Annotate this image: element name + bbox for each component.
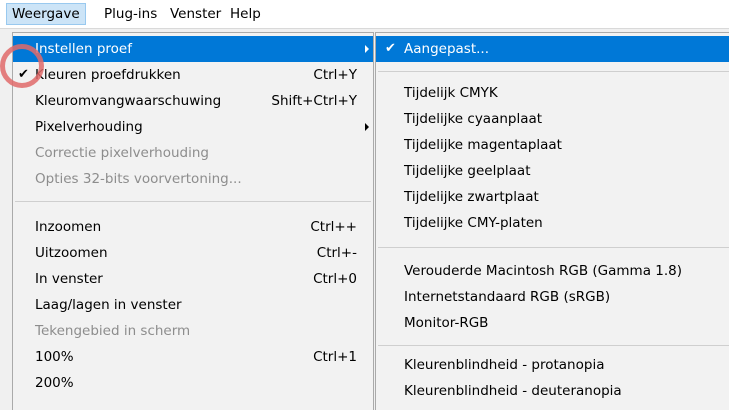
menu-item-label: Tijdelijke CMY-platen xyxy=(404,215,543,231)
menu-item-100-percent[interactable]: 100% Ctrl+1 xyxy=(13,344,373,370)
menu-item-label: Laag/lagen in venster xyxy=(35,297,182,313)
menu-item-label: Kleurenblindheid - deuteranopia xyxy=(404,383,622,399)
menubar-venster[interactable]: Venster xyxy=(165,3,226,25)
menu-item-label: Pixelverhouding xyxy=(35,119,143,135)
menu-item-kleuromvangwaarschuwing[interactable]: Kleuromvangwaarschuwing Shift+Ctrl+Y xyxy=(13,88,373,114)
menu-bar: Weergave Plug-ins Venster Help xyxy=(0,0,729,29)
menu-item-label: Tijdelijke zwartplaat xyxy=(404,189,539,205)
submenu-item-srgb[interactable]: Internetstandaard RGB (sRGB) xyxy=(376,284,729,310)
menu-separator xyxy=(378,345,729,346)
submenu-item-macintosh-rgb[interactable]: Verouderde Macintosh RGB (Gamma 1.8) xyxy=(376,258,729,284)
menu-item-label: Tijdelijke geelplaat xyxy=(404,163,531,179)
submenu-item-protanopia[interactable]: Kleurenblindheid - protanopia xyxy=(376,352,729,378)
menu-item-label: 200% xyxy=(35,375,74,391)
submenu-item-deuteranopia[interactable]: Kleurenblindheid - deuteranopia xyxy=(376,378,729,404)
menu-item-label: 100% xyxy=(35,349,74,365)
menu-item-label: Monitor-RGB xyxy=(404,315,489,331)
submenu-item-aangepast[interactable]: ✔ Aangepast... xyxy=(376,36,729,62)
instellen-proef-submenu: ✔ Aangepast... Tijdelijk CMYK Tijdelijke… xyxy=(375,32,729,410)
menu-item-shortcut: Ctrl+- xyxy=(316,245,357,261)
menu-item-correctie-pixelverhouding: Correctie pixelverhouding xyxy=(13,140,373,166)
menu-item-label: Tekengebied in scherm xyxy=(35,323,191,339)
menu-item-label: Tijdelijk CMYK xyxy=(404,85,498,101)
submenu-item-cyaanplaat[interactable]: Tijdelijke cyaanplaat xyxy=(376,106,729,132)
submenu-item-geelplaat[interactable]: Tijdelijke geelplaat xyxy=(376,158,729,184)
submenu-arrow-icon xyxy=(365,123,369,131)
menu-item-label: Kleurenblindheid - protanopia xyxy=(404,357,605,373)
menu-item-label: In venster xyxy=(35,271,103,287)
menu-separator xyxy=(378,71,729,72)
menu-item-kleuren-proefdrukken[interactable]: ✔ Kleuren proefdrukken Ctrl+Y xyxy=(13,62,373,88)
menu-item-tekengebied-in-scherm: Tekengebied in scherm xyxy=(13,318,373,344)
menu-item-label: Tijdelijke cyaanplaat xyxy=(404,111,543,127)
submenu-item-monitor-rgb[interactable]: Monitor-RGB xyxy=(376,310,729,336)
menu-item-shortcut: Ctrl++ xyxy=(310,219,357,235)
menu-item-opties-32-bits: Opties 32-bits voorvertoning... xyxy=(13,166,373,192)
menu-item-pixelverhouding[interactable]: Pixelverhouding xyxy=(13,114,373,140)
menu-item-shortcut: Ctrl+Y xyxy=(313,67,357,83)
menu-separator xyxy=(15,201,371,202)
menu-item-inzoomen[interactable]: Inzoomen Ctrl++ xyxy=(13,214,373,240)
menu-item-shortcut: Ctrl+0 xyxy=(313,271,357,287)
menu-item-laag-lagen-in-venster[interactable]: Laag/lagen in venster xyxy=(13,292,373,318)
menu-item-label: Uitzoomen xyxy=(35,245,108,261)
checkmark-icon: ✔ xyxy=(385,41,396,56)
submenu-item-cmy-platen[interactable]: Tijdelijke CMY-platen xyxy=(376,210,729,236)
menu-item-label: Correctie pixelverhouding xyxy=(35,145,209,161)
menu-separator xyxy=(378,247,729,248)
menubar-help[interactable]: Help xyxy=(225,3,266,25)
menu-item-label: Kleuromvangwaarschuwing xyxy=(35,93,222,109)
submenu-item-tijdelijk-cmyk[interactable]: Tijdelijk CMYK xyxy=(376,80,729,106)
menu-item-label: Kleuren proefdrukken xyxy=(35,67,181,83)
menu-item-label: Opties 32-bits voorvertoning... xyxy=(35,171,242,187)
menu-item-label: Internetstandaard RGB (sRGB) xyxy=(404,289,611,305)
weergave-dropdown-menu: Instellen proef ✔ Kleuren proefdrukken C… xyxy=(12,32,374,410)
submenu-item-zwartplaat[interactable]: Tijdelijke zwartplaat xyxy=(376,184,729,210)
menu-item-uitzoomen[interactable]: Uitzoomen Ctrl+- xyxy=(13,240,373,266)
menu-item-label: Tijdelijke magentaplaat xyxy=(404,137,562,153)
submenu-item-magentaplaat[interactable]: Tijdelijke magentaplaat xyxy=(376,132,729,158)
menu-item-label: Instellen proef xyxy=(35,41,132,57)
checkmark-icon: ✔ xyxy=(18,67,29,82)
menubar-weergave[interactable]: Weergave xyxy=(6,3,86,25)
menu-item-label: Verouderde Macintosh RGB (Gamma 1.8) xyxy=(404,263,682,279)
menu-item-shortcut: Ctrl+1 xyxy=(313,349,357,365)
menubar-plugins[interactable]: Plug-ins xyxy=(99,3,162,25)
menu-item-label: Inzoomen xyxy=(35,219,102,235)
menu-item-shortcut: Shift+Ctrl+Y xyxy=(271,93,357,109)
submenu-arrow-icon xyxy=(365,45,369,53)
menu-item-200-percent[interactable]: 200% xyxy=(13,370,373,396)
menu-item-in-venster[interactable]: In venster Ctrl+0 xyxy=(13,266,373,292)
menu-item-instellen-proef[interactable]: Instellen proef xyxy=(13,36,373,62)
menu-item-label: Aangepast... xyxy=(404,41,489,57)
